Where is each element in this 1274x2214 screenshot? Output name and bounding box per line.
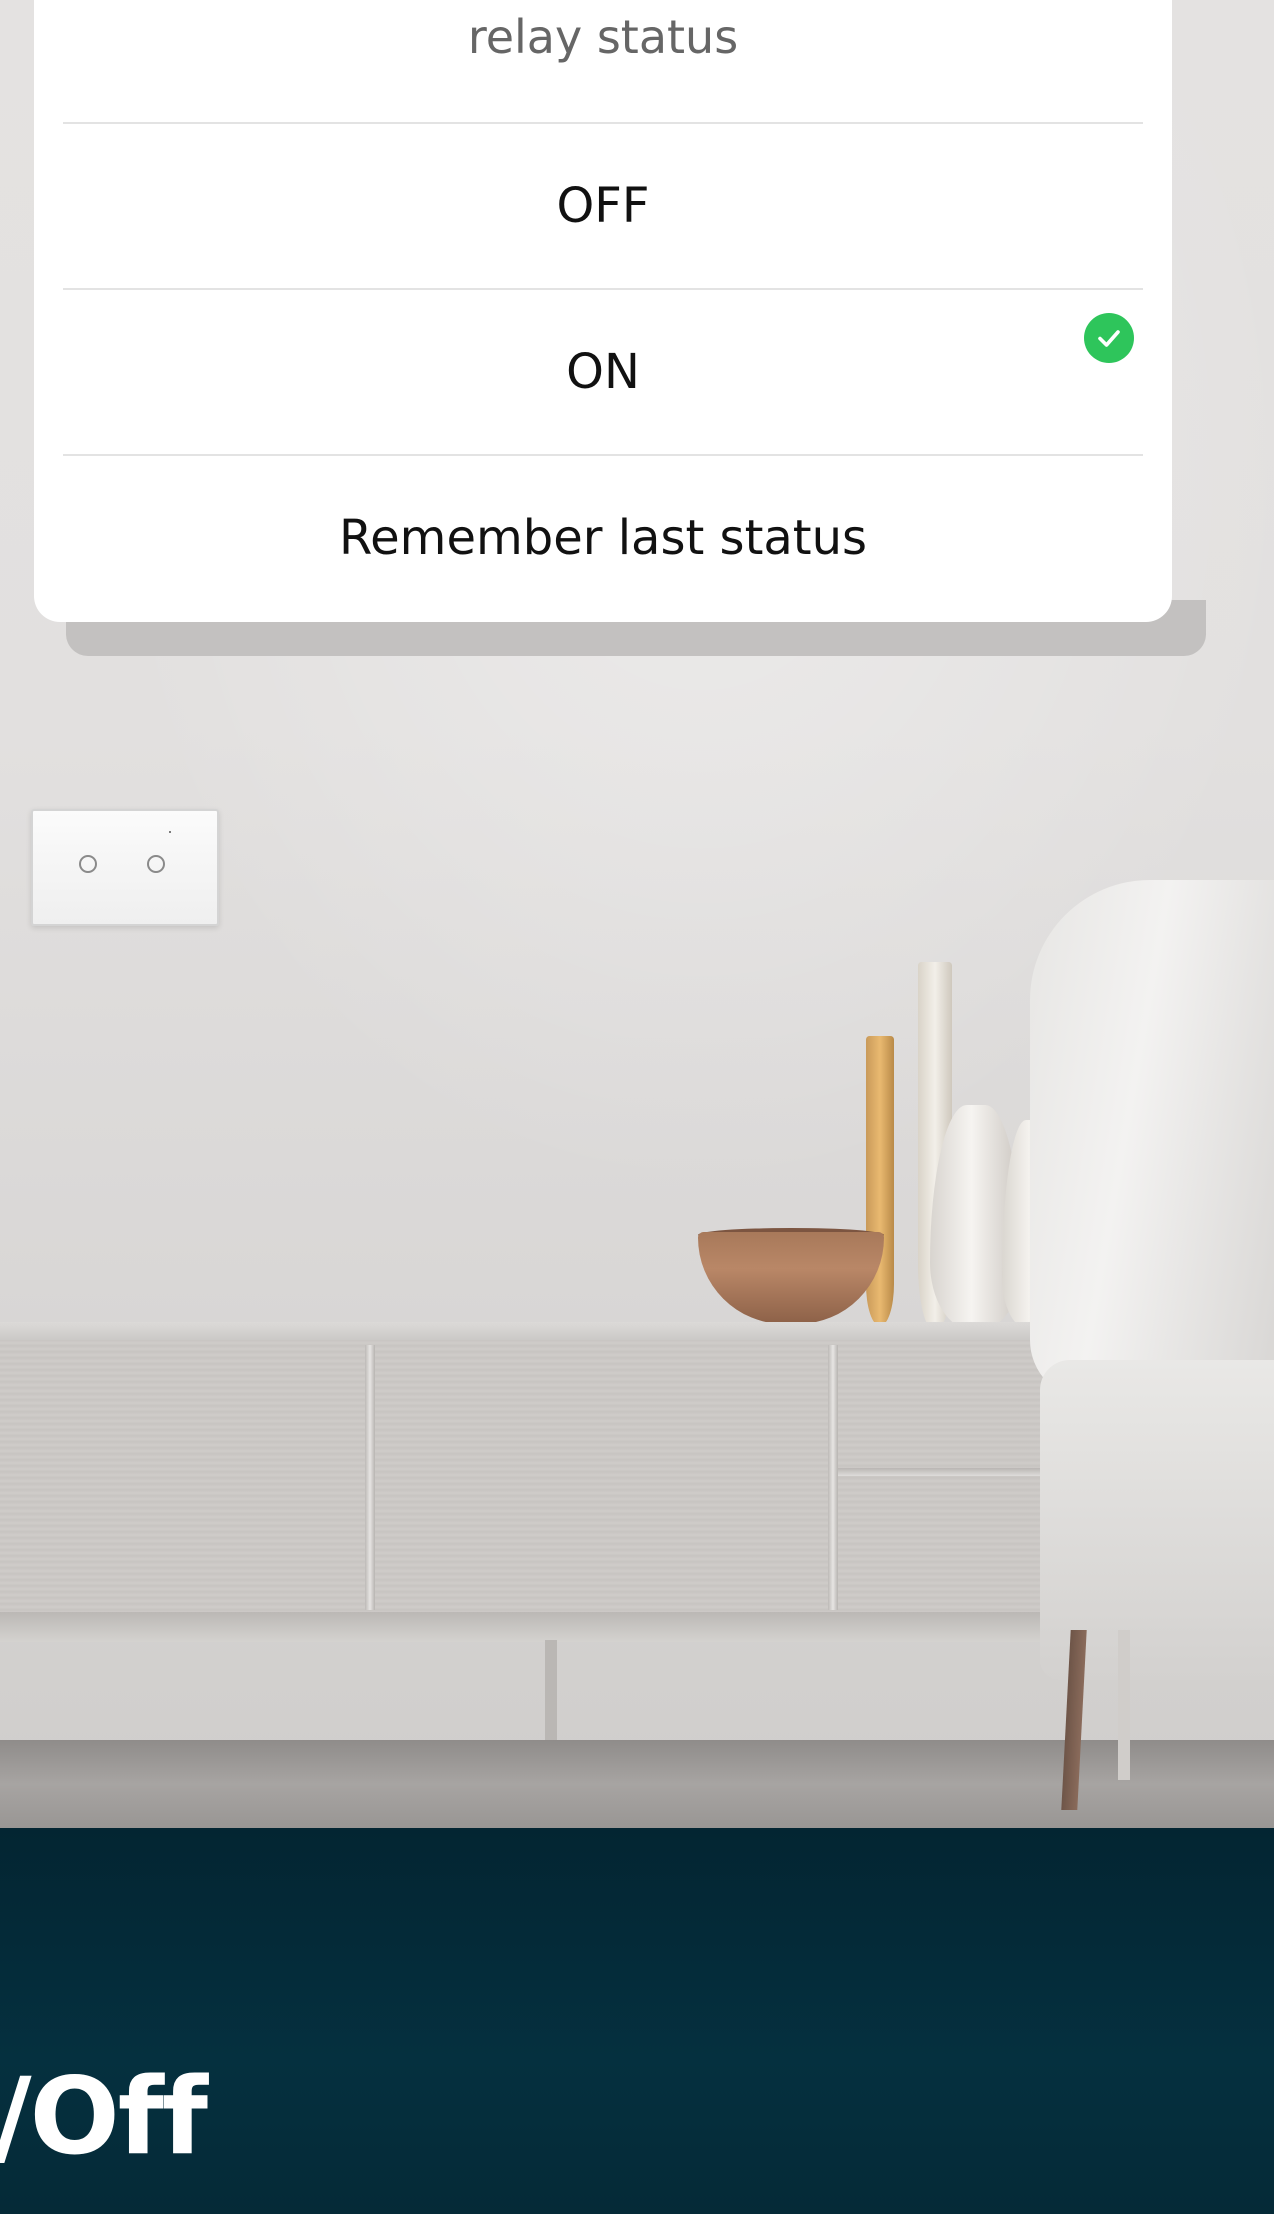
option-off[interactable]: OFF — [34, 124, 1172, 288]
switch-touch-button-1 — [79, 855, 97, 873]
check-circle-icon — [1084, 313, 1134, 363]
wall-switch-illustration — [31, 809, 219, 926]
feature-banner: n/Off — [0, 1828, 1274, 2214]
sideboard-leg — [545, 1640, 557, 1740]
floor — [0, 1740, 1274, 1828]
option-off-label: OFF — [556, 178, 650, 234]
sideboard-divider — [828, 1345, 838, 1610]
sideboard-base — [0, 1612, 1100, 1642]
option-remember-last-status[interactable]: Remember last status — [34, 456, 1172, 620]
switch-touch-button-2 — [147, 855, 165, 873]
option-on-label: ON — [566, 344, 640, 400]
armchair-leg — [1118, 1630, 1130, 1780]
sideboard-divider — [365, 1345, 375, 1610]
sideboard-top — [0, 1322, 1100, 1342]
option-on[interactable]: ON — [34, 290, 1172, 454]
armchair-back — [1030, 880, 1274, 1400]
relay-status-sheet: relay status OFF ON Remember last status — [34, 0, 1172, 622]
sideboard — [0, 1340, 1100, 1630]
banner-title: n/Off — [0, 2055, 208, 2178]
switch-indicator-dot — [169, 831, 171, 833]
option-remember-label: Remember last status — [338, 510, 868, 566]
sheet-title: relay status — [467, 10, 739, 64]
